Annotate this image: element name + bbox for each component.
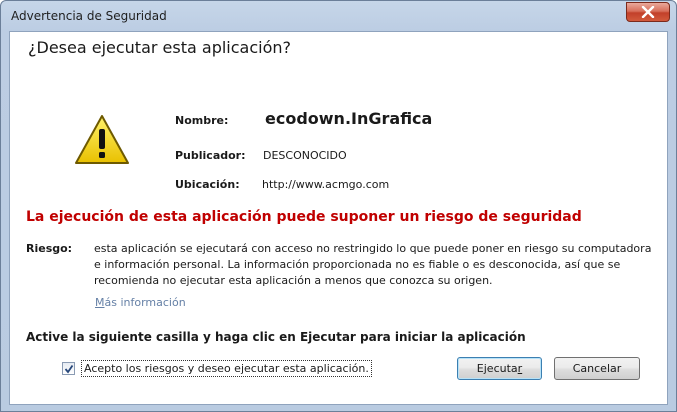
accept-risk-label[interactable]: Acepto los riesgos y deseo ejecutar esta… (81, 360, 372, 377)
run-button[interactable]: Ejecuta r (457, 357, 542, 380)
run-button-access-key: r (517, 362, 523, 375)
name-value: ecodown.InGrafica (265, 109, 433, 128)
close-button[interactable] (626, 2, 670, 22)
accept-risk-row[interactable]: Acepto los riesgos y deseo ejecutar esta… (62, 360, 372, 377)
risk-label: Riesgo: (26, 242, 73, 255)
risk-headline: La ejecución de esta aplicación puede su… (26, 209, 582, 225)
warning-triangle-icon (75, 115, 129, 164)
accept-risk-checkbox[interactable] (62, 362, 75, 375)
cancel-button[interactable]: Cancelar (554, 357, 640, 380)
cancel-button-label: Cancelar (572, 362, 622, 375)
risk-description: esta aplicación se ejecutará con acceso … (94, 242, 652, 287)
checkmark-icon (64, 364, 73, 373)
action-instruction: Active la siguiente casilla y haga clic … (26, 330, 526, 344)
more-info-label: ás información (104, 296, 186, 309)
name-label: Nombre: (175, 114, 229, 127)
dialog-heading: ¿Desea ejecutar esta aplicación? (28, 38, 291, 57)
title-bar[interactable]: Advertencia de Seguridad (1, 1, 676, 31)
security-warning-window: Advertencia de Seguridad (0, 0, 677, 412)
close-x-icon (641, 6, 655, 18)
location-value: http://www.acmgo.com (262, 178, 390, 191)
publisher-value: DESCONOCIDO (263, 149, 347, 162)
more-info-link[interactable]: Más información (95, 296, 186, 309)
window-title: Advertencia de Seguridad (11, 9, 167, 23)
location-label: Ubicación: (175, 178, 240, 191)
run-button-label: Ejecuta (476, 362, 518, 375)
more-info-access-key: M (95, 296, 105, 309)
publisher-label: Publicador: (175, 149, 246, 162)
